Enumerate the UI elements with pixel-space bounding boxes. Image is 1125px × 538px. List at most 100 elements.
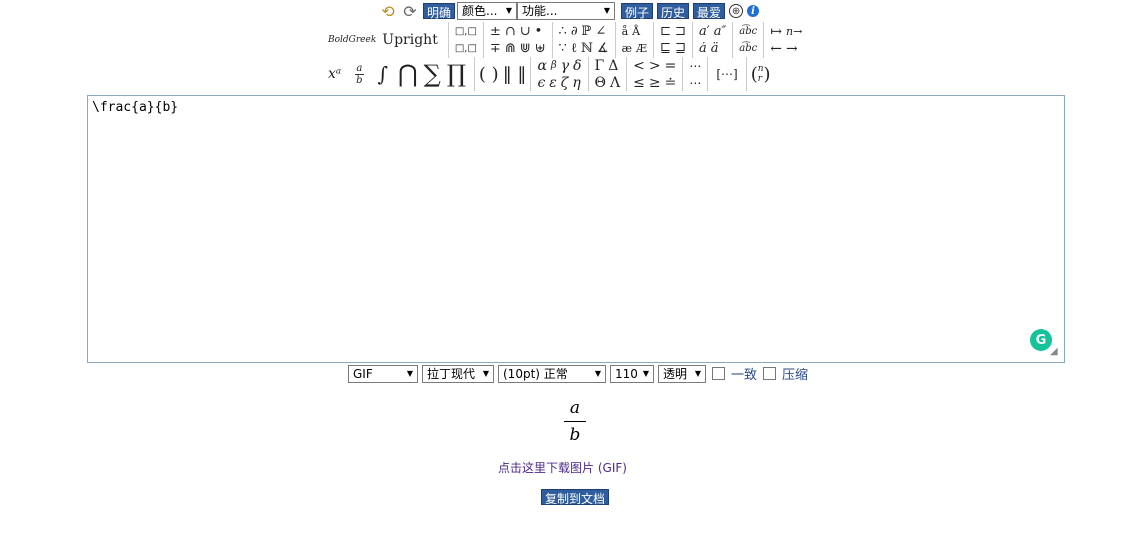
info-icon[interactable]: i bbox=[747, 5, 760, 17]
logic-symbol-button[interactable]: ∵ bbox=[559, 40, 567, 56]
box-group: □,□ □,□ bbox=[453, 23, 479, 57]
undo-icon[interactable]: ⟲ bbox=[377, 2, 399, 21]
right-arrow-button[interactable]: → bbox=[786, 41, 798, 57]
accent-button[interactable]: å bbox=[622, 25, 629, 38]
divider bbox=[614, 22, 616, 58]
underarc-button[interactable]: a͡bc bbox=[739, 43, 757, 54]
logic-symbol-button[interactable]: ∠ bbox=[595, 24, 606, 39]
operator-button[interactable]: ∓ bbox=[490, 41, 501, 56]
relation-button[interactable]: ≤ bbox=[633, 75, 645, 91]
relation-button[interactable]: ≐ bbox=[665, 75, 677, 91]
grammarly-icon[interactable]: G bbox=[1030, 329, 1052, 351]
accent-button[interactable]: Æ bbox=[636, 42, 647, 55]
font-select[interactable]: 拉丁现代 ▼ bbox=[422, 364, 494, 383]
clear-button[interactable]: 明确 bbox=[423, 3, 456, 20]
greek-letter-button[interactable]: ε bbox=[549, 75, 557, 91]
mapsto-arrow-button[interactable]: ↦ bbox=[770, 24, 782, 40]
dots-button[interactable]: ⋯ bbox=[689, 76, 701, 90]
matrix-button[interactable]: [⋯] bbox=[716, 67, 737, 81]
examples-button[interactable]: 例子 bbox=[621, 3, 654, 20]
inline-checkbox[interactable] bbox=[712, 367, 725, 380]
operator-button[interactable]: ⊎ bbox=[535, 41, 546, 56]
greek-letter-button[interactable]: ζ bbox=[561, 75, 569, 91]
function-select[interactable]: 功能... ▼ bbox=[517, 2, 616, 20]
greek-letter-button[interactable]: γ bbox=[561, 58, 569, 74]
binomial-button[interactable]: ( n r ) bbox=[751, 64, 771, 85]
history-button[interactable]: 历史 bbox=[657, 3, 690, 20]
size-select[interactable]: (10pt) 正常 ▼ bbox=[498, 364, 606, 383]
capital-greek-button[interactable]: Γ bbox=[595, 58, 605, 74]
integral-button[interactable]: ∫ bbox=[378, 62, 388, 86]
resize-grip-icon[interactable]: ◢ bbox=[1050, 347, 1060, 357]
bold-greek-button[interactable]: BoldGreek bbox=[328, 35, 376, 45]
chevron-down-icon: ▼ bbox=[505, 6, 513, 15]
upright-button[interactable]: Upright bbox=[382, 32, 438, 48]
greek-letter-button[interactable]: ϵ bbox=[537, 75, 545, 91]
color-select[interactable]: 颜色... ▼ bbox=[457, 2, 518, 20]
add-icon[interactable]: ⊕ bbox=[729, 4, 744, 18]
relation-button[interactable]: < bbox=[633, 58, 645, 74]
latex-editor-input[interactable] bbox=[87, 95, 1065, 363]
limit-arrow-button[interactable]: n→ bbox=[786, 24, 802, 40]
background-select[interactable]: 透明 ▼ bbox=[658, 364, 706, 383]
left-arrow-button[interactable]: ← bbox=[770, 41, 782, 57]
operator-group: ± ∩ ∪ • ∓ ⋒ ⋓ ⊎ bbox=[488, 23, 548, 57]
subset-button[interactable]: ⊒ bbox=[675, 41, 686, 56]
copy-to-document-button[interactable]: 复制到文档 bbox=[541, 489, 610, 506]
sum-button[interactable]: ∑ bbox=[424, 60, 441, 88]
superscript-button[interactable]: xᵃ bbox=[328, 66, 341, 82]
box-pair-button[interactable]: □,□ bbox=[455, 43, 477, 54]
subset-button[interactable]: ⊑ bbox=[660, 41, 671, 56]
relation-button[interactable]: ≥ bbox=[649, 75, 661, 91]
operator-button[interactable]: ⋓ bbox=[520, 41, 531, 56]
format-select[interactable]: GIF ▼ bbox=[348, 364, 418, 383]
logic-symbol-button[interactable]: ∂ bbox=[571, 24, 578, 39]
operator-button[interactable]: ∩ bbox=[505, 24, 516, 39]
capital-greek-button[interactable]: Θ bbox=[595, 75, 606, 91]
accent-button[interactable]: Å bbox=[632, 25, 640, 38]
operator-button[interactable]: ∪ bbox=[520, 24, 531, 39]
prime-button[interactable]: a′ bbox=[699, 24, 710, 39]
greek-letter-button[interactable]: δ bbox=[573, 58, 581, 74]
compress-checkbox[interactable] bbox=[763, 367, 777, 380]
greek-letter-button[interactable]: α bbox=[537, 58, 546, 74]
operator-button[interactable]: • bbox=[535, 24, 543, 39]
capital-greek-button[interactable]: Λ bbox=[610, 75, 620, 91]
subset-button[interactable]: ⊐ bbox=[675, 24, 686, 39]
logic-symbol-button[interactable]: ∡ bbox=[597, 40, 609, 56]
bigcap-button[interactable]: ⋂ bbox=[398, 60, 418, 88]
relation-button[interactable]: = bbox=[665, 58, 677, 74]
divider bbox=[691, 22, 693, 58]
chevron-down-icon: ▼ bbox=[642, 368, 649, 378]
logic-symbol-button[interactable]: ℙ bbox=[582, 24, 592, 39]
fraction-button[interactable]: a b bbox=[355, 63, 364, 86]
product-button[interactable]: ∏ bbox=[447, 60, 466, 88]
subset-group: ⊏ ⊐ ⊑ ⊒ bbox=[658, 23, 688, 57]
relation-button[interactable]: > bbox=[649, 58, 661, 74]
dot-accent-button[interactable]: ȧ bbox=[699, 41, 707, 56]
favorites-button[interactable]: 最爱 bbox=[693, 3, 726, 20]
redo-icon[interactable]: ⟳ bbox=[399, 2, 421, 21]
operator-button[interactable]: ± bbox=[490, 24, 501, 39]
dot-accent-button[interactable]: ä bbox=[711, 41, 719, 56]
dpi-select[interactable]: 110 ▼ bbox=[610, 364, 654, 383]
inline-label: 一致 bbox=[731, 368, 758, 383]
download-image-link[interactable]: 点击这里下载图片 (GIF) bbox=[0, 459, 1125, 476]
norm-button[interactable]: ‖ ‖ bbox=[503, 64, 527, 85]
greek-letter-button[interactable]: β bbox=[551, 58, 557, 74]
prime-button[interactable]: a″ bbox=[714, 24, 727, 39]
logic-group: ∴ ∂ ℙ ∠ ∵ ℓ ℕ ∡ bbox=[557, 23, 611, 57]
greek-letter-button[interactable]: η bbox=[572, 75, 580, 91]
subset-button[interactable]: ⊏ bbox=[660, 24, 671, 39]
operator-button[interactable]: ⋒ bbox=[505, 41, 516, 56]
dots-button[interactable]: ⋯ bbox=[689, 59, 701, 73]
logic-symbol-button[interactable]: ℕ bbox=[581, 40, 593, 56]
logic-symbol-button[interactable]: ∴ bbox=[559, 24, 567, 39]
parentheses-button[interactable]: ( ) bbox=[479, 64, 499, 85]
accent-button[interactable]: æ bbox=[622, 42, 632, 55]
divider bbox=[587, 57, 589, 91]
box-pair-button[interactable]: □,□ bbox=[455, 26, 477, 37]
overarc-button[interactable]: a͡bc bbox=[739, 26, 757, 37]
capital-greek-button[interactable]: Δ bbox=[608, 58, 618, 74]
logic-symbol-button[interactable]: ℓ bbox=[571, 40, 577, 56]
